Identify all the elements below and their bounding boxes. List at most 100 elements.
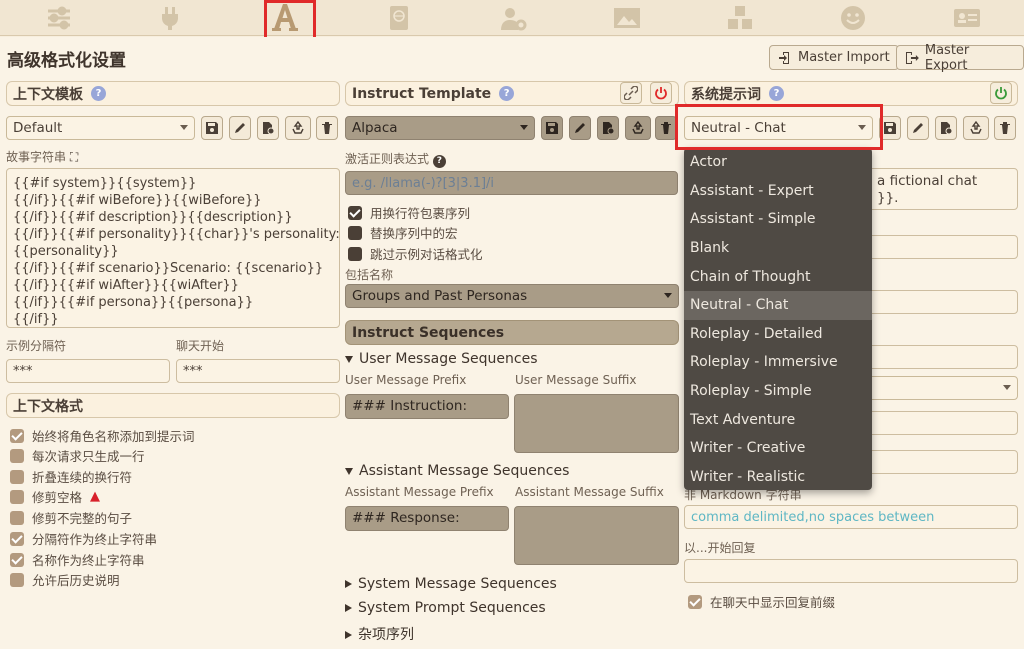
link-icon[interactable] <box>620 82 642 104</box>
assistant-suffix-textarea[interactable] <box>514 506 679 565</box>
file-import-icon[interactable] <box>597 116 619 140</box>
story-string-label: 故事字符串 ⛶ <box>6 150 79 164</box>
dropdown-option[interactable]: Writer - Creative <box>684 434 872 463</box>
example-separator-input[interactable]: *** <box>6 359 170 383</box>
checkbox[interactable] <box>10 469 24 484</box>
book-globe-icon[interactable] <box>382 4 416 32</box>
master-export-button[interactable]: Master Export <box>896 42 1024 73</box>
user-gear-icon[interactable] <box>496 4 530 32</box>
power-icon[interactable] <box>650 82 672 104</box>
trash-icon[interactable] <box>316 116 338 140</box>
power-icon[interactable] <box>990 82 1012 104</box>
option-names-stop[interactable]: 名称作为终止字符串 <box>10 550 145 569</box>
context-template-select[interactable]: Default <box>6 116 195 140</box>
help-icon[interactable]: ? <box>769 86 784 101</box>
option-trim-incomplete[interactable]: 修剪不完整的句子 <box>10 508 132 527</box>
misc-sequences-toggle[interactable]: 杂项序列 <box>345 624 414 644</box>
master-import-button[interactable]: Master Import <box>769 45 899 70</box>
user-suffix-textarea[interactable] <box>514 394 679 453</box>
non-markdown-input[interactable]: comma delimited,no spaces between <box>684 505 1018 529</box>
assistant-sequences-toggle[interactable]: Assistant Message Sequences <box>345 463 569 479</box>
pencil-icon[interactable] <box>569 116 591 140</box>
smiley-icon[interactable] <box>836 4 870 32</box>
save-icon[interactable] <box>541 116 563 140</box>
start-reply-label: 以...开始回复 <box>684 541 756 555</box>
example-separator-label: 示例分隔符 <box>6 339 67 353</box>
system-message-sequences-toggle[interactable]: System Message Sequences <box>345 576 557 592</box>
option-skip-examples[interactable]: 跳过示例对话格式化 <box>348 244 483 263</box>
option-always-add-char-name[interactable]: 始终将角色名称添加到提示词 <box>10 426 195 445</box>
pencil-icon[interactable] <box>907 116 929 140</box>
master-export-label: Master Export <box>924 42 970 73</box>
dropdown-option[interactable]: Actor <box>684 148 872 177</box>
dropdown-option[interactable]: Chain of Thought <box>684 262 872 291</box>
checkbox[interactable] <box>348 225 362 240</box>
help-icon[interactable]: ? <box>499 86 515 101</box>
option-post-history[interactable]: 允许后历史说明 <box>10 570 120 589</box>
file-import-icon[interactable] <box>257 116 279 140</box>
include-names-select[interactable]: Groups and Past Personas <box>345 284 679 308</box>
option-macro-sequences[interactable]: 替换序列中的宏 <box>348 223 458 242</box>
option-collapse-newlines[interactable]: 折叠连续的换行符 <box>10 467 132 486</box>
trash-icon[interactable] <box>994 116 1016 140</box>
checkbox[interactable] <box>10 489 24 504</box>
help-icon[interactable]: ? <box>432 154 446 168</box>
dropdown-option[interactable]: Roleplay - Immersive <box>684 348 872 377</box>
file-import-icon[interactable] <box>935 116 957 140</box>
chevron-down-icon <box>180 125 188 130</box>
story-string-textarea[interactable]: {{#if system}}{{system}} {{/if}}{{#if wi… <box>6 168 340 328</box>
checkbox[interactable] <box>10 572 24 587</box>
checkbox[interactable] <box>10 448 24 463</box>
chevron-down-icon <box>1003 385 1011 390</box>
option-show-reply-prefix[interactable]: 在聊天中显示回复前缀 <box>688 592 835 611</box>
system-prompt-dropdown-list: Actor Assistant - Expert Assistant - Sim… <box>684 148 872 490</box>
user-prefix-label: User Message Prefix <box>345 373 467 387</box>
recycle-icon[interactable] <box>285 116 311 140</box>
trash-icon[interactable] <box>655 116 677 140</box>
save-icon[interactable] <box>201 116 223 140</box>
instruct-template-select[interactable]: Alpaca <box>345 116 535 140</box>
id-card-icon[interactable] <box>950 4 984 32</box>
user-prefix-textarea[interactable]: ### Instruction: <box>345 394 509 419</box>
assistant-prefix-label: Assistant Message Prefix <box>345 485 494 499</box>
sliders-icon[interactable] <box>42 4 76 32</box>
checkbox[interactable] <box>348 246 362 261</box>
checkbox[interactable] <box>688 594 702 609</box>
recycle-icon[interactable] <box>625 116 651 140</box>
start-reply-input[interactable] <box>684 559 1018 583</box>
cubes-icon[interactable] <box>723 4 757 32</box>
option-separator-stop[interactable]: 分隔符作为终止字符串 <box>10 529 157 548</box>
option-single-line[interactable]: 每次请求只生成一行 <box>10 446 145 465</box>
maximize-icon[interactable]: ⛶ <box>70 150 78 164</box>
dropdown-option-selected[interactable]: Neutral - Chat <box>684 290 872 320</box>
dropdown-option[interactable]: Text Adventure <box>684 405 872 434</box>
chat-start-input[interactable]: *** <box>176 359 340 383</box>
plug-icon[interactable] <box>153 4 187 32</box>
checkbox[interactable] <box>10 428 24 443</box>
dropdown-option[interactable]: Assistant - Simple <box>684 205 872 234</box>
image-icon[interactable] <box>610 4 644 32</box>
dropdown-option[interactable]: Blank <box>684 234 872 263</box>
context-formatting-title: 上下文格式 <box>13 398 83 415</box>
checkbox[interactable] <box>348 205 362 220</box>
activation-regex-input[interactable]: e.g. /llama(-)?[3|3.1]/i <box>345 171 678 195</box>
option-trim-spaces[interactable]: 修剪空格 ▲ <box>10 487 100 506</box>
help-icon[interactable]: ? <box>91 86 106 101</box>
context-template-title: 上下文模板 <box>13 86 83 103</box>
option-wrap-newline[interactable]: 用换行符包裹序列 <box>348 203 470 222</box>
checkbox[interactable] <box>10 531 24 546</box>
recycle-icon[interactable] <box>963 116 989 140</box>
file-import-icon <box>779 51 789 64</box>
assistant-prefix-textarea[interactable]: ### Response: <box>345 506 509 531</box>
instruct-sequences-title: Instruct Sequences <box>352 324 505 341</box>
dropdown-option[interactable]: Assistant - Expert <box>684 177 872 206</box>
checkbox[interactable] <box>10 510 24 525</box>
dropdown-option[interactable]: Roleplay - Simple <box>684 377 872 406</box>
dropdown-option[interactable]: Roleplay - Detailed <box>684 320 872 349</box>
user-sequences-toggle[interactable]: User Message Sequences <box>345 351 538 367</box>
pencil-icon[interactable] <box>229 116 251 140</box>
system-prompt-sequences-toggle[interactable]: System Prompt Sequences <box>345 600 546 616</box>
checkbox[interactable] <box>10 552 24 567</box>
file-export-icon <box>905 51 919 64</box>
dropdown-option[interactable]: Writer - Realistic <box>684 463 872 490</box>
